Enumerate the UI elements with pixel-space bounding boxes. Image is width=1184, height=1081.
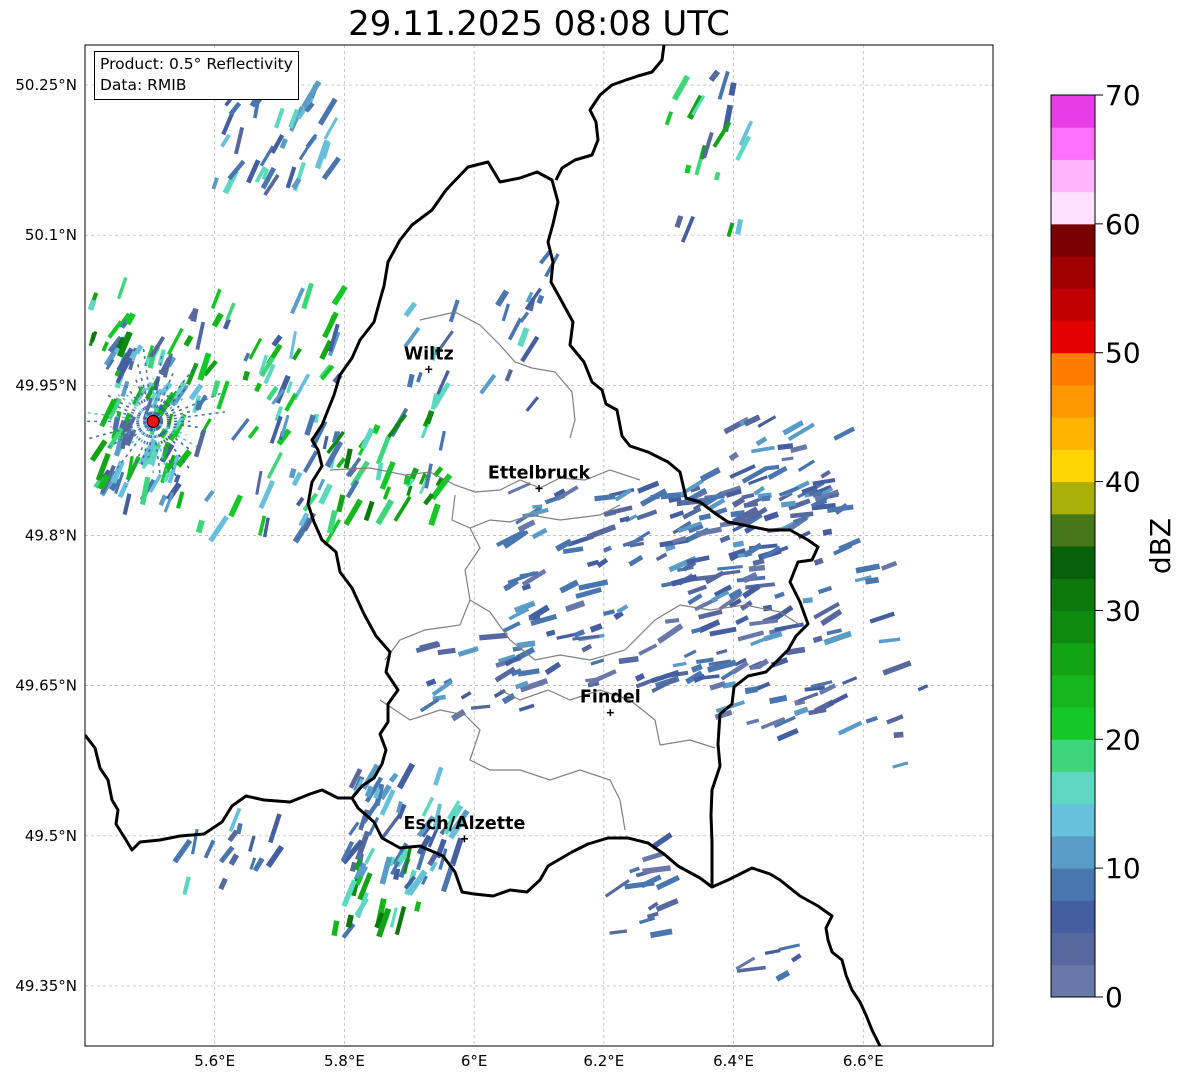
city-label: Wiltz xyxy=(404,344,454,364)
colorbar-cell xyxy=(1051,417,1095,450)
colorbar-cell xyxy=(1051,513,1095,547)
colorbar-cells xyxy=(1051,95,1095,998)
city-label: Findel xyxy=(580,688,641,708)
colorbar-cell xyxy=(1051,932,1095,966)
y-tick-label: 49.5°N xyxy=(25,827,77,845)
echo-cell xyxy=(893,731,904,739)
colorbar-label: dBZ xyxy=(1144,518,1177,574)
x-tick-label: 6.6°E xyxy=(843,1052,884,1070)
y-tick-label: 50.25°N xyxy=(15,76,77,94)
y-tick-label: 49.35°N xyxy=(15,977,77,995)
colorbar-cell xyxy=(1051,352,1095,386)
colorbar-cell xyxy=(1051,642,1095,676)
map-figure: WiltzEttelbruckFindelEsch/Alzette 5.6°E 5… xyxy=(15,44,1177,1070)
colorbar-tick-label: 30 xyxy=(1105,594,1141,627)
colorbar-cell xyxy=(1051,900,1095,934)
colorbar-cell xyxy=(1051,835,1095,869)
colorbar-tick-label: 20 xyxy=(1105,723,1141,756)
echo-cell xyxy=(761,495,771,502)
colorbar-tick-label: 50 xyxy=(1105,337,1141,370)
product-label: Product: 0.5° Reflectivity xyxy=(100,55,293,73)
colorbar-tick-label: 0 xyxy=(1105,981,1123,1014)
colorbar-tick-label: 40 xyxy=(1105,466,1141,499)
colorbar-ticks: 0 10 20 30 40 50 60 70 xyxy=(1095,79,1141,1014)
colorbar: 0 10 20 30 40 50 60 70 dBZ xyxy=(1050,79,1177,1014)
colorbar-cell xyxy=(1051,95,1095,128)
data-source-label: Data: RMIB xyxy=(100,76,187,94)
colorbar-tick-label: 70 xyxy=(1105,79,1141,112)
colorbar-cell xyxy=(1051,707,1095,740)
colorbar-cell xyxy=(1051,771,1095,805)
x-axis-ticks: 5.6°E 5.8°E 6°E 6.2°E 6.4°E 6.6°E xyxy=(194,1052,883,1070)
colorbar-tick-label: 10 xyxy=(1105,852,1141,885)
city-label: Ettelbruck xyxy=(488,463,591,483)
colorbar-cell xyxy=(1051,191,1095,225)
x-tick-label: 6°E xyxy=(461,1052,488,1070)
y-tick-label: 49.95°N xyxy=(15,376,77,394)
info-box: Product: 0.5° Reflectivity Data: RMIB xyxy=(94,51,299,100)
colorbar-cell xyxy=(1051,964,1095,998)
map-plot-area[interactable]: Wiltz Ettelbruck Findel Esch/Alzette xyxy=(79,45,993,1046)
colorbar-cell xyxy=(1051,546,1095,579)
echo-cell xyxy=(750,664,759,670)
colorbar-cell xyxy=(1051,223,1095,257)
colorbar-cell xyxy=(1051,868,1095,901)
colorbar-cell xyxy=(1051,320,1095,354)
x-tick-label: 6.2°E xyxy=(583,1052,624,1070)
map-background xyxy=(85,45,993,1046)
colorbar-tick-label: 60 xyxy=(1105,208,1141,241)
colorbar-cell xyxy=(1051,384,1095,418)
x-tick-label: 5.8°E xyxy=(324,1052,365,1070)
y-tick-label: 50.1°N xyxy=(25,226,77,244)
colorbar-cell xyxy=(1051,739,1095,772)
colorbar-cell xyxy=(1051,127,1095,160)
x-tick-label: 5.6°E xyxy=(194,1052,235,1070)
colorbar-cell xyxy=(1051,578,1095,611)
colorbar-cell xyxy=(1051,159,1095,193)
colorbar-cell xyxy=(1051,256,1095,289)
colorbar-cell xyxy=(1051,803,1095,837)
y-axis-ticks: 49.35°N 49.5°N 49.65°N 49.8°N 49.95°N 50.1°N 5… xyxy=(15,76,77,995)
city-label: Esch/Alzette xyxy=(404,814,526,834)
colorbar-cell xyxy=(1051,481,1095,515)
x-tick-label: 6.4°E xyxy=(713,1052,754,1070)
y-tick-label: 49.65°N xyxy=(15,677,77,695)
colorbar-cell xyxy=(1051,449,1095,483)
colorbar-cell xyxy=(1051,288,1095,321)
radar-site-marker[interactable] xyxy=(146,414,160,428)
colorbar-cell xyxy=(1051,610,1095,644)
y-tick-label: 49.8°N xyxy=(25,526,77,544)
colorbar-cell xyxy=(1051,674,1095,708)
